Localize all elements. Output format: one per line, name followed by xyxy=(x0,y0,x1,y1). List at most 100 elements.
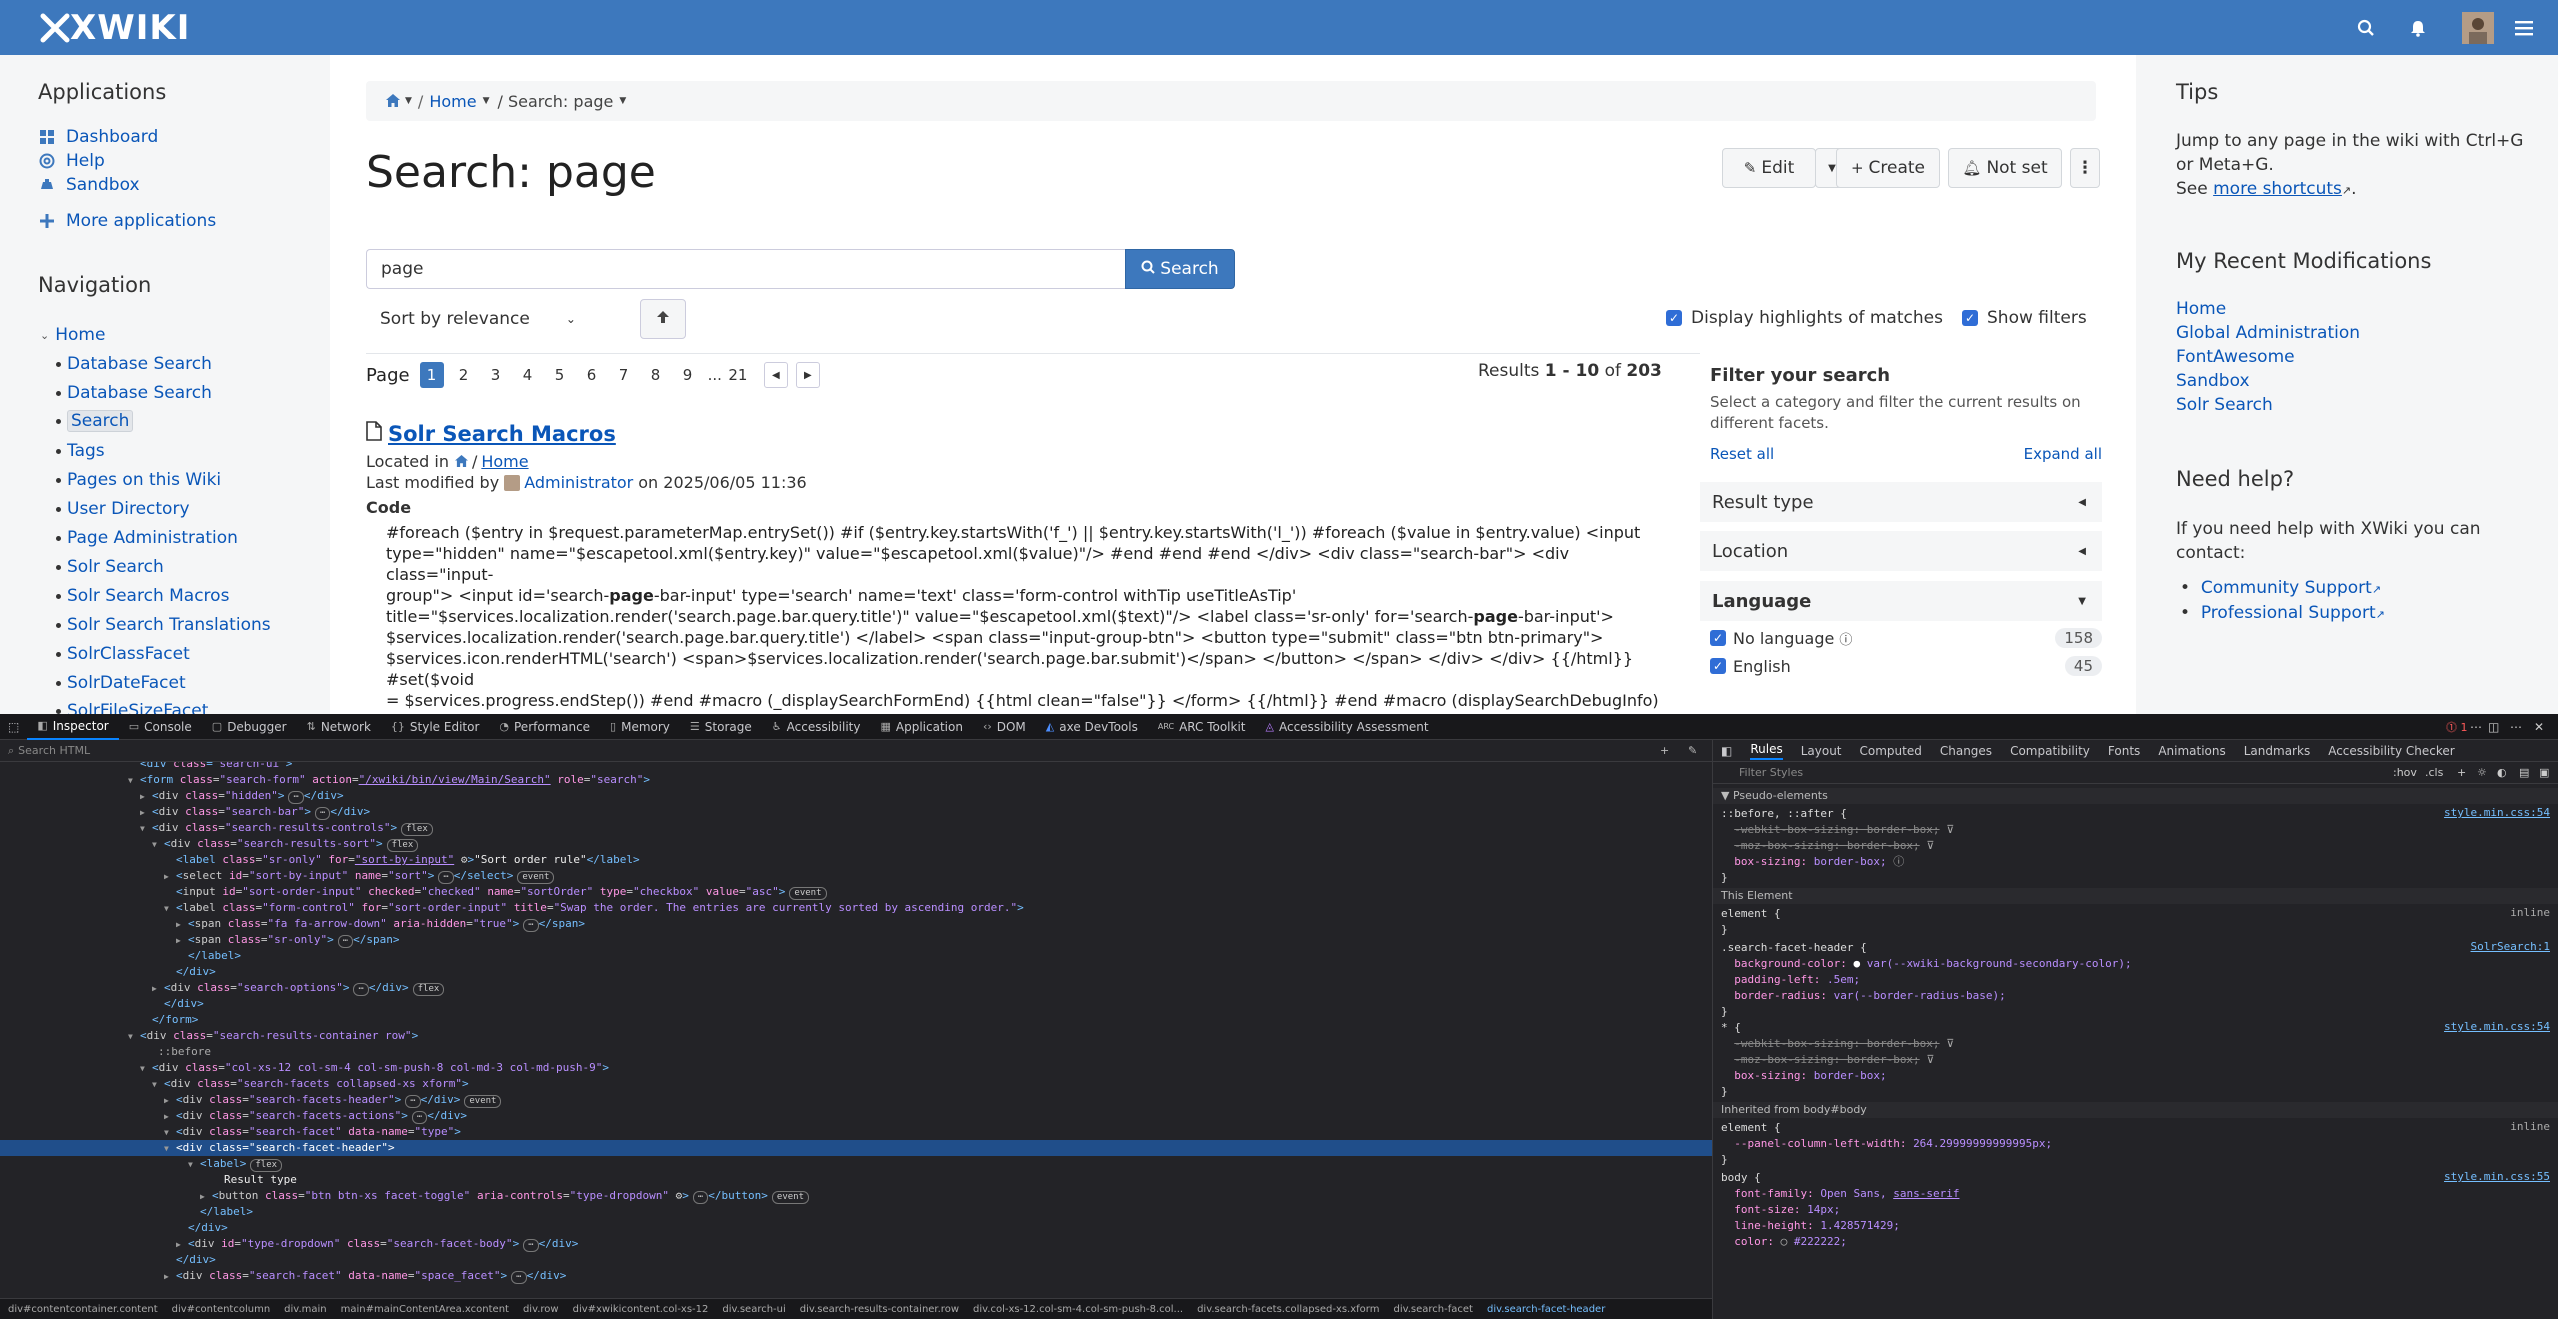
dom-node[interactable]: ::before xyxy=(146,1044,211,1060)
dom-node-selected[interactable]: ▼ <div class="search-facet-header"> xyxy=(0,1140,1712,1156)
xwiki-logo[interactable]: XWIKI xyxy=(40,8,190,48)
app-more-applications[interactable]: More applications xyxy=(38,211,216,231)
docs-icon[interactable]: ▣ xyxy=(2539,766,2549,779)
rule-source-link[interactable]: style.min.css:54 xyxy=(2444,806,2550,819)
avatar[interactable] xyxy=(2462,12,2494,44)
expand-toggle-icon[interactable]: ▼ xyxy=(140,821,148,837)
expand-toggle-icon[interactable]: ▶ xyxy=(176,933,184,949)
dom-breadcrumb-item[interactable]: div.row xyxy=(523,1304,559,1315)
sort-by-select[interactable]: Sort by relevance ⌄ xyxy=(366,299,636,339)
expand-all-link[interactable]: Expand all xyxy=(2024,445,2102,463)
rule-source-link[interactable]: style.min.css:55 xyxy=(2444,1170,2550,1183)
tab-rules[interactable]: Rules xyxy=(1750,742,1783,760)
dom-node[interactable]: </div> xyxy=(164,964,216,980)
dom-breadcrumb-item[interactable]: div.search-facets.collapsed-xs.xform xyxy=(1197,1304,1379,1315)
css-rule-line[interactable]: box-sizing: border-box; xyxy=(1721,1068,1886,1084)
nav-item[interactable]: Tags xyxy=(56,441,105,461)
tab-accessibility[interactable]: ♿︎ Accessibility xyxy=(762,714,871,740)
expand-toggle-icon[interactable]: ▶ xyxy=(200,1189,208,1205)
css-rule-line[interactable]: element { xyxy=(1721,906,1781,922)
page-link[interactable]: 7 xyxy=(612,362,636,388)
dom-node[interactable]: </label> xyxy=(188,1204,253,1220)
css-rule-line[interactable]: --panel-column-left-width: 264.299999999… xyxy=(1721,1136,2052,1152)
dom-breadcrumb-item[interactable]: div.main xyxy=(284,1304,326,1315)
css-rule-line[interactable]: font-size: 14px; xyxy=(1721,1202,1840,1218)
result-title-link[interactable]: Solr Search Macros xyxy=(366,421,616,446)
css-rule-line[interactable]: color: ◯ #222222; xyxy=(1721,1234,1847,1250)
expand-toggle-icon[interactable]: ▼ xyxy=(164,1125,172,1141)
recent-link[interactable]: Global Administration xyxy=(2176,323,2360,343)
chevron-down-icon[interactable]: ▼ xyxy=(483,96,490,106)
checkbox-checked-icon[interactable]: ✓ xyxy=(1710,630,1726,646)
expand-toggle-icon[interactable]: ▶ xyxy=(164,1269,172,1285)
edit-button[interactable]: ✎ Edit xyxy=(1722,148,1816,188)
facet-location[interactable]: Location ◀ xyxy=(1700,531,2102,571)
cls-toggle[interactable]: .cls xyxy=(2425,766,2443,779)
dom-node[interactable]: Result type xyxy=(212,1172,297,1188)
css-rule-line[interactable]: -moz-box-sizing: border-box; ⊽ xyxy=(1721,1052,1934,1068)
dom-breadcrumb-item[interactable]: div#xwikicontent.col-xs-12 xyxy=(573,1304,709,1315)
chevron-down-icon[interactable]: ⌄ xyxy=(40,329,49,342)
home-icon[interactable] xyxy=(455,452,468,471)
dom-node[interactable]: ▶ <div class="hidden"> ⋯ </div> xyxy=(140,788,344,804)
css-rule-line[interactable]: element { xyxy=(1721,1120,1781,1136)
tab-changes[interactable]: Changes xyxy=(1940,744,1992,758)
dom-node[interactable]: ▼ <div class="search-facet" data-name="ty… xyxy=(164,1124,461,1140)
add-node-icon[interactable]: + xyxy=(1660,744,1669,757)
expand-toggle-icon[interactable]: ▶ xyxy=(140,805,148,821)
nav-item[interactable]: SolrDateFacet xyxy=(56,673,186,693)
hov-toggle[interactable]: :hov xyxy=(2393,766,2417,779)
css-rule-line[interactable]: padding-left: .5em; xyxy=(1721,972,1860,988)
dom-node[interactable]: ▼ <label class="form-control" for="sort-o… xyxy=(164,900,1024,916)
next-page-icon[interactable]: ▶ xyxy=(795,362,820,388)
expand-toggle-icon[interactable]: ▶ xyxy=(140,789,148,805)
nav-item[interactable]: Solr Search xyxy=(56,557,164,577)
dom-node[interactable]: ▼ <div class="search-results-sort"> flex xyxy=(152,836,419,852)
page-link[interactable]: 21 xyxy=(726,362,750,388)
facet-language[interactable]: Language ▼ xyxy=(1700,581,2102,621)
watch-button[interactable]: 🔔︎ Not set xyxy=(1948,148,2062,188)
tab-compatibility[interactable]: Compatibility xyxy=(2010,744,2090,758)
search-html-input[interactable]: ⌕ Search HTML + ✎ xyxy=(0,740,1712,762)
dom-node[interactable]: ▼ <div class="col-xs-12 col-sm-4 col-sm-p… xyxy=(140,1060,609,1076)
expand-toggle-icon[interactable]: ▼ xyxy=(128,773,136,789)
expand-toggle-icon[interactable]: ▶ xyxy=(164,1093,172,1109)
overflow-icon[interactable]: ⋯ xyxy=(2510,720,2522,734)
tab-style-editor[interactable]: {} Style Editor xyxy=(381,714,489,740)
chevron-down-icon[interactable]: ▼ xyxy=(405,96,412,106)
dom-node[interactable]: ▼ <form class="search-form" action="/xwik… xyxy=(128,772,650,788)
css-rule-line[interactable]: body { xyxy=(1721,1170,1761,1186)
app-sandbox[interactable]: Sandbox xyxy=(38,175,140,195)
expand-toggle-icon[interactable]: ▶ xyxy=(164,1109,172,1125)
caret-down-icon[interactable]: ▼ xyxy=(2078,596,2086,607)
bell-icon[interactable] xyxy=(2404,14,2432,42)
dom-breadcrumb-item[interactable]: div.search-facet-header xyxy=(1487,1304,1605,1315)
css-rule-line[interactable]: -webkit-box-sizing: border-box; ⊽ xyxy=(1721,1036,1954,1052)
page-link[interactable]: 1 xyxy=(419,362,444,388)
expand-toggle-icon[interactable]: ▶ xyxy=(176,1237,184,1253)
dom-node[interactable]: ▶ <div class="search-bar"> ⋯ </div> xyxy=(140,804,370,820)
tab-inspector[interactable]: ◧ Inspector xyxy=(27,714,119,740)
reset-all-link[interactable]: Reset all xyxy=(1710,445,1774,463)
dom-breadcrumb-item[interactable]: div.search-facet xyxy=(1393,1304,1473,1315)
nav-item[interactable]: Pages on this Wiki xyxy=(56,470,221,490)
facet-option-english[interactable]: ✓ English 45 xyxy=(1710,656,2102,676)
more-shortcuts-link[interactable]: more shortcuts xyxy=(2213,179,2342,199)
nav-item[interactable]: Database Search xyxy=(56,383,212,403)
help-link-item[interactable]: • Professional Support↗ xyxy=(2180,603,2385,623)
dom-node[interactable]: ▶ <button class="btn btn-xs facet-toggle"… xyxy=(200,1188,809,1204)
page-link[interactable]: 9 xyxy=(676,362,700,388)
tab-axe-devtools[interactable]: ◭ axe DevTools xyxy=(1036,714,1148,740)
recent-link[interactable]: Sandbox xyxy=(2176,371,2250,391)
dom-node[interactable]: ▶ <div class="search-facet" data-name="sp… xyxy=(164,1268,566,1284)
recent-link[interactable]: Home xyxy=(2176,299,2226,319)
caret-left-icon[interactable]: ◀ xyxy=(2078,497,2086,508)
display-highlights-checkbox[interactable]: ✓ Display highlights of matches xyxy=(1666,308,1943,328)
home-icon[interactable] xyxy=(386,92,400,111)
nav-item[interactable]: Page Administration xyxy=(56,528,238,548)
css-rule-line[interactable]: } xyxy=(1721,922,1728,938)
tab-arc-toolkit[interactable]: ARC ARC Toolkit xyxy=(1148,714,1256,740)
author-link[interactable]: Administrator xyxy=(524,473,633,492)
eyedropper-icon[interactable]: ✎ xyxy=(1688,744,1697,757)
add-rule-icon[interactable]: + xyxy=(2457,766,2466,779)
